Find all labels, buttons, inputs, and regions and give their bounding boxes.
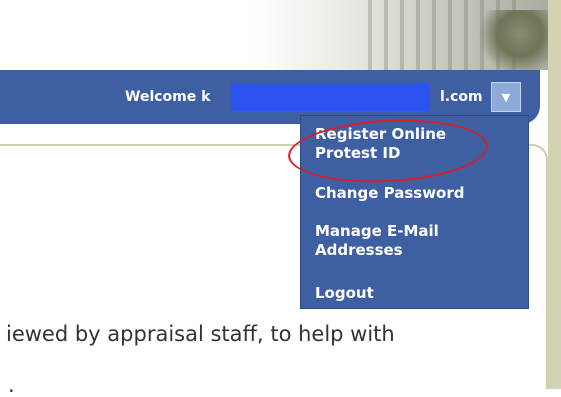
body-text-line: iewed by appraisal staff, to help with <box>6 322 395 346</box>
menu-item-logout[interactable]: Logout <box>315 284 374 303</box>
redacted-email <box>231 83 429 111</box>
caret-down-icon: ▼ <box>501 90 511 104</box>
welcome-text: Welcome k <box>125 89 211 105</box>
body-text-line-2: . <box>8 373 15 397</box>
menu-item-change-password[interactable]: Change Password <box>315 184 465 203</box>
email-suffix: l.com <box>440 89 483 105</box>
header-banner-photo <box>0 0 548 70</box>
right-side-border <box>548 0 561 389</box>
foliage <box>478 10 548 70</box>
user-menu-dropdown-button[interactable]: ▼ <box>491 82 521 112</box>
menu-item-manage-email-addresses[interactable]: Manage E-Mail Addresses <box>315 222 465 260</box>
